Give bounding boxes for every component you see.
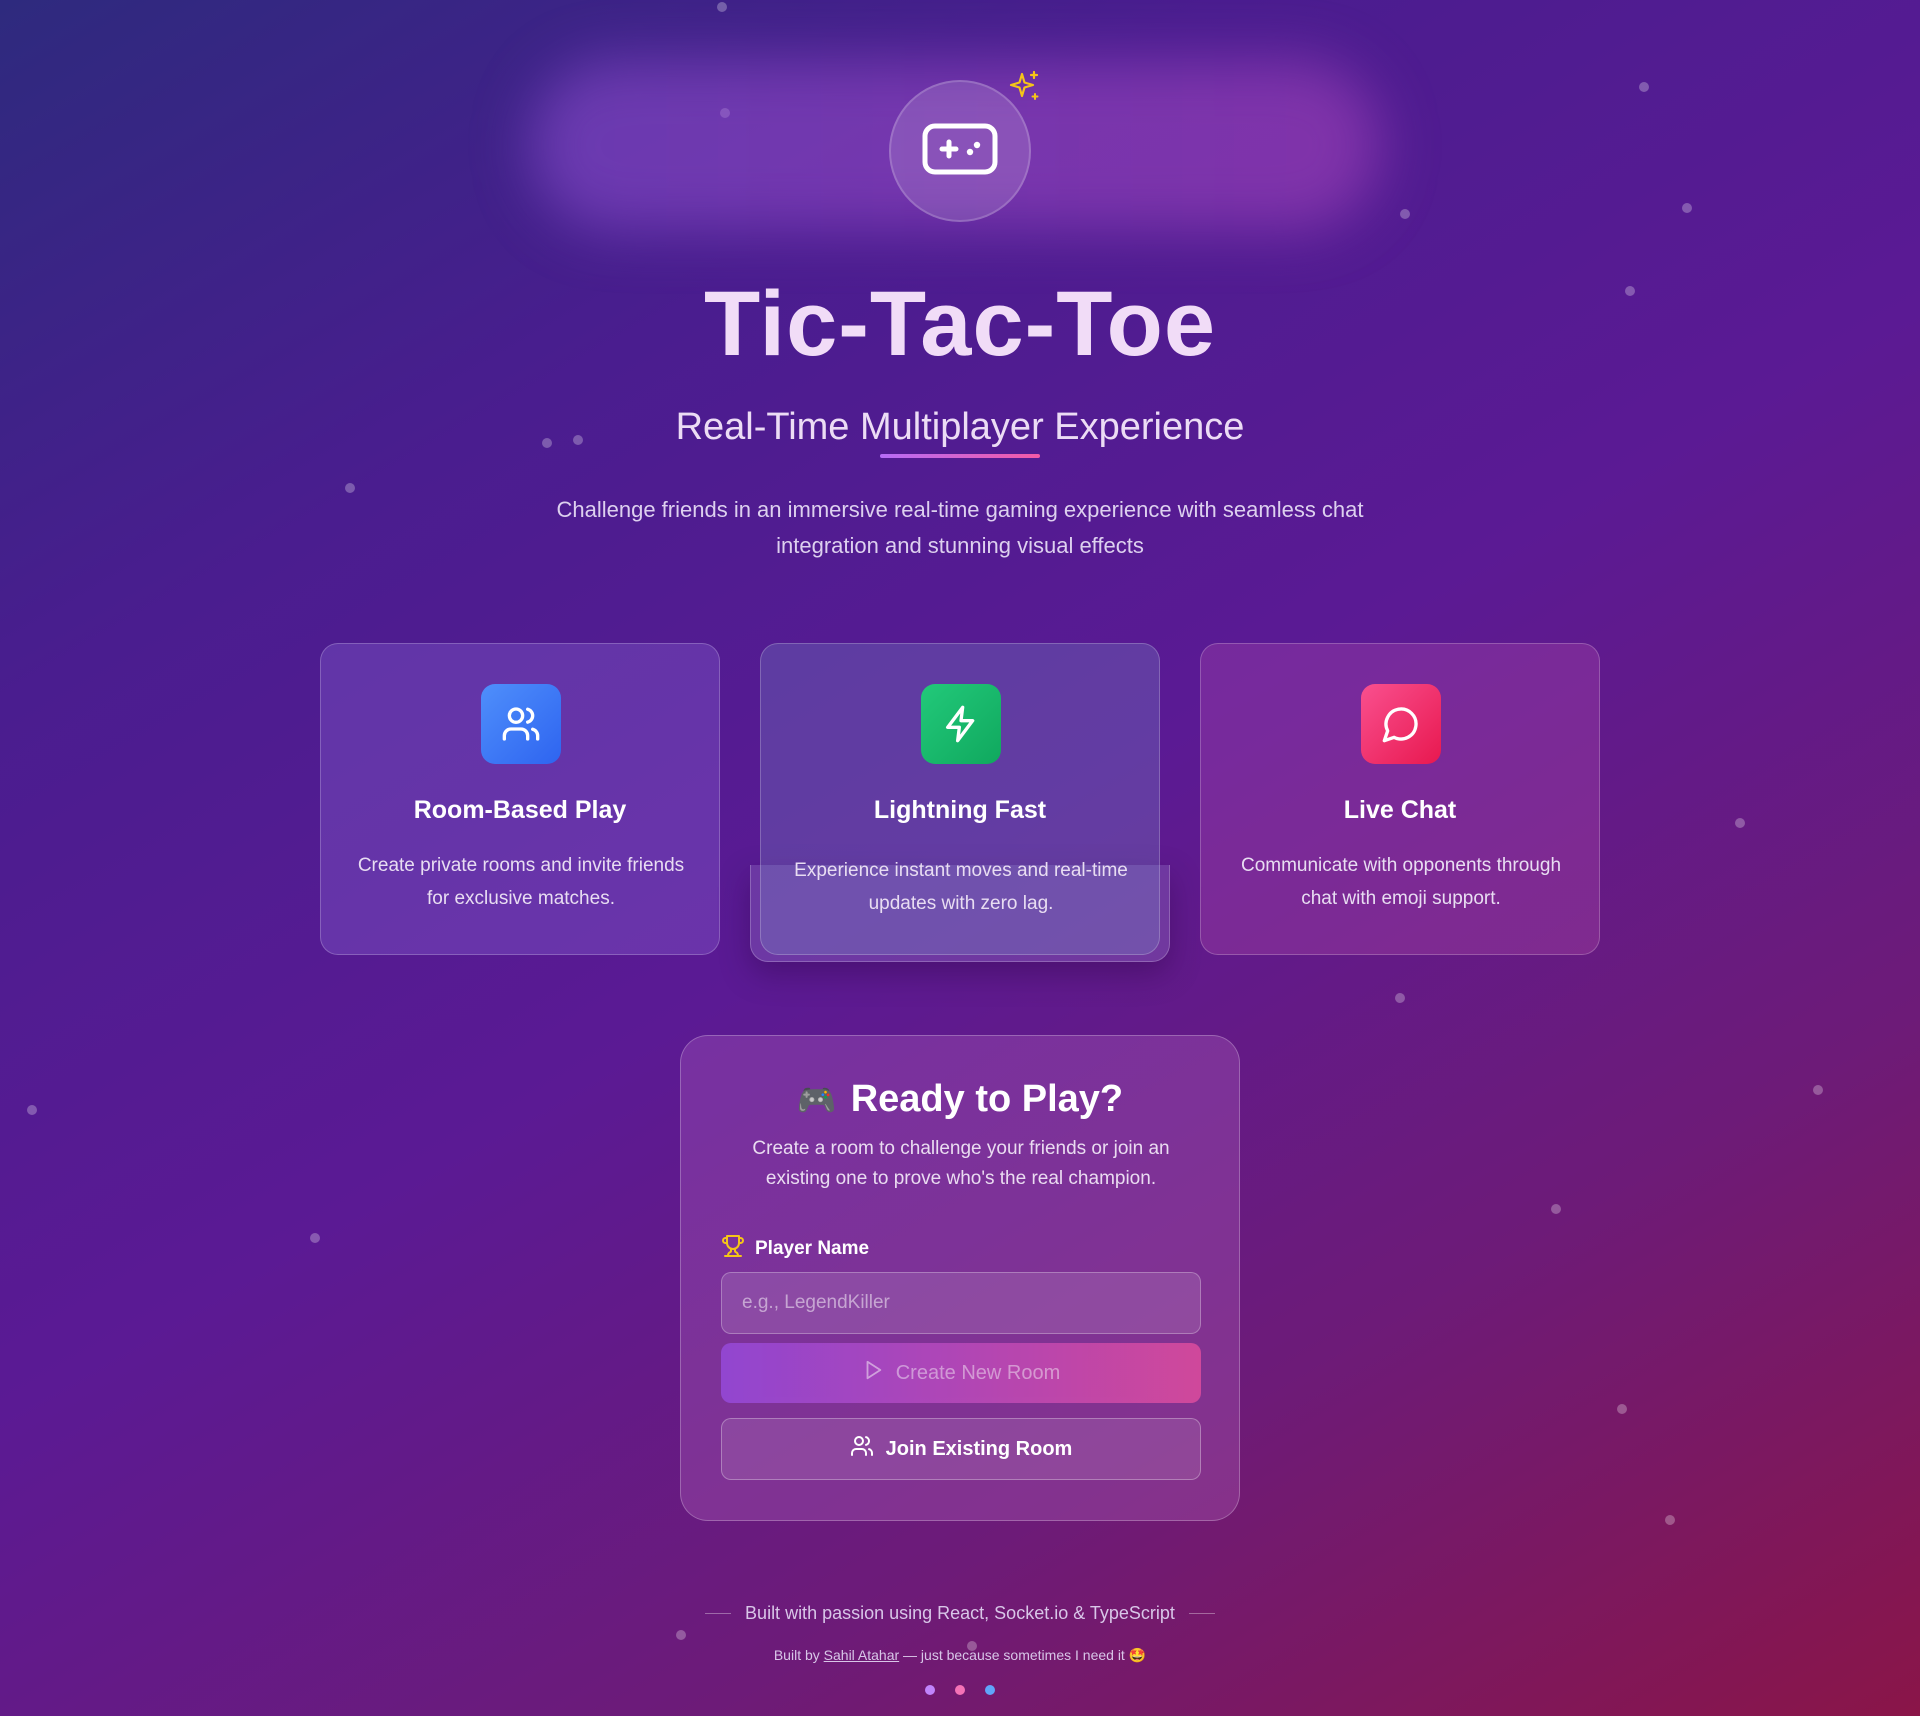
background-particle: [1395, 993, 1405, 1003]
subtitle-underline: [880, 454, 1040, 458]
player-name-input[interactable]: [721, 1272, 1201, 1334]
footer-tech-line: Built with passion using React, Socket.i…: [0, 1603, 1920, 1624]
background-particle: [1735, 818, 1745, 828]
footer-dot: [925, 1685, 935, 1695]
create-room-label: Create New Room: [895, 1361, 1061, 1384]
footer-credit-suffix: — just because sometimes I need it 🤩: [903, 1647, 1147, 1663]
footer-dots: [925, 1685, 995, 1695]
background-particle: [1665, 1515, 1675, 1525]
background-particle: [27, 1105, 37, 1115]
feature-title: Live Chat: [1343, 796, 1457, 824]
background-particle: [676, 1630, 686, 1640]
join-room-button[interactable]: Join Existing Room: [721, 1418, 1201, 1480]
feature-description: Create private rooms and invite friends …: [357, 855, 685, 909]
page-subtitle: Real-Time Multiplayer Experience: [675, 406, 1245, 448]
create-room-button[interactable]: Create New Room: [721, 1343, 1201, 1403]
footer-divider: [705, 1613, 732, 1614]
background-particle: [345, 483, 355, 493]
hero-description: Challenge friends in an immersive real-t…: [556, 497, 1364, 558]
panel-title: 🎮 Ready to Play?: [681, 1078, 1239, 1121]
footer-dot: [955, 1685, 965, 1695]
feature-description: Communicate with opponents through chat …: [1240, 855, 1562, 909]
trophy-icon: [721, 1234, 745, 1263]
gamepad-icon: [922, 123, 998, 180]
feature-description: Experience instant moves and real-time u…: [794, 860, 1128, 914]
feature-card-lightning-fast: Lightning Fast Experience instant moves …: [760, 643, 1160, 955]
page-title: Tic-Tac-Toe: [704, 273, 1216, 375]
feature-title: Lightning Fast: [873, 796, 1047, 824]
footer-divider: [1188, 1613, 1215, 1614]
footer-credit: Built by Sahil Atahar — just because som…: [0, 1647, 1920, 1664]
play-icon: [862, 1359, 884, 1387]
footer-tech-text: Built with passion using React, Socket.i…: [745, 1603, 1175, 1623]
background-particle: [1813, 1085, 1823, 1095]
sparkles-icon: [1008, 70, 1040, 102]
feature-card-live-chat: Live Chat Communicate with opponents thr…: [1200, 643, 1600, 955]
footer-credit-prefix: Built by: [773, 1647, 820, 1663]
background-particle: [1400, 209, 1410, 219]
ready-to-play-panel: 🎮 Ready to Play? Create a room to challen…: [680, 1035, 1240, 1521]
panel-title-text: Ready to Play?: [850, 1078, 1124, 1120]
footer-dot: [985, 1685, 995, 1695]
background-particle: [1639, 82, 1649, 92]
author-link[interactable]: Sahil Atahar: [824, 1647, 900, 1663]
player-name-label-text: Player Name: [755, 1237, 870, 1259]
background-particle: [1551, 1204, 1561, 1214]
gamepad-emoji-icon: 🎮: [796, 1082, 837, 1118]
join-room-label: Join Existing Room: [885, 1437, 1073, 1460]
background-particle: [1617, 1404, 1627, 1414]
background-particle: [717, 2, 727, 12]
feature-card-room-based-play: Room-Based Play Create private rooms and…: [320, 643, 720, 955]
player-name-label: Player Name: [721, 1234, 869, 1263]
users-icon: [850, 1434, 874, 1464]
feature-title: Room-Based Play: [413, 796, 627, 824]
users-icon: [481, 684, 561, 764]
background-particle: [310, 1233, 320, 1243]
chat-bubble-icon: [1361, 684, 1441, 764]
background-particle: [1682, 203, 1692, 213]
panel-description: Create a room to challenge your friends …: [752, 1138, 1170, 1189]
lightning-icon: [921, 684, 1001, 764]
